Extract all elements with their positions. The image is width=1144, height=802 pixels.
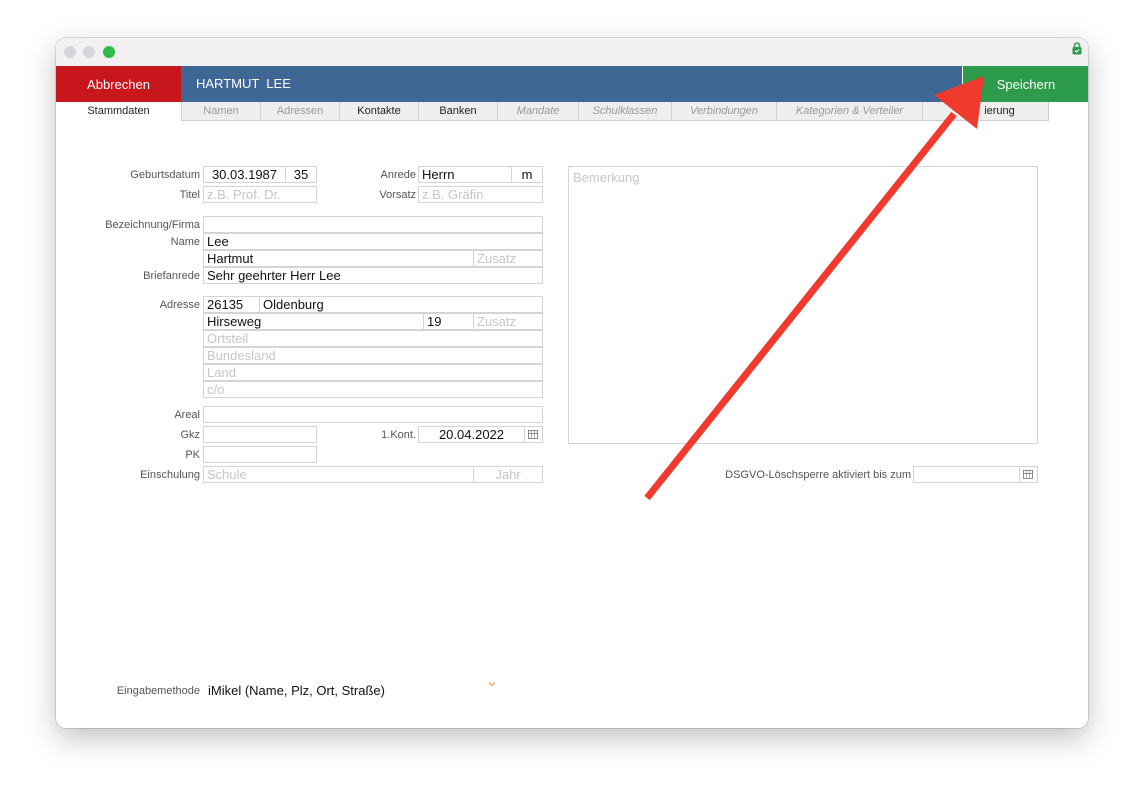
first-contact-field[interactable]: 20.04.2022	[418, 426, 525, 443]
gender-field[interactable]: m	[511, 166, 543, 183]
name-suffix-field[interactable]: Zusatz	[473, 250, 543, 267]
school-field[interactable]: Schule	[203, 466, 474, 483]
prefix-field[interactable]: z.B. Gräfin	[418, 186, 543, 203]
title-bar	[56, 38, 1088, 66]
first-contact-calendar-button[interactable]	[524, 426, 543, 443]
house-number-field[interactable]: 19	[423, 313, 474, 330]
address-suffix-field[interactable]: Zusatz	[473, 313, 543, 330]
company-field[interactable]	[203, 216, 543, 233]
gdpr-lock-date-field[interactable]	[913, 466, 1020, 483]
gkz-field[interactable]	[203, 426, 317, 443]
input-method-label: Eingabemethode	[116, 685, 200, 697]
remark-textarea[interactable]: Bemerkung	[568, 166, 1038, 444]
title-label: Titel	[179, 189, 200, 201]
tab-schulklassen[interactable]: Schulklassen	[578, 102, 672, 121]
tab-adressen[interactable]: Adressen	[260, 102, 340, 121]
zoom-window-button[interactable]	[103, 46, 115, 58]
calendar-icon	[528, 430, 538, 439]
letter-salutation-label: Briefanrede	[143, 270, 200, 282]
letter-salutation-field[interactable]: Sehr geehrter Herr Lee	[203, 267, 543, 284]
area-field[interactable]	[203, 406, 543, 423]
schooling-label: Einschulung	[140, 469, 200, 481]
toolbar: Abbrechen HARTMUT LEE Speichern	[56, 66, 1088, 102]
tab-stammdaten[interactable]: Stammdaten	[56, 102, 181, 121]
app-window: Abbrechen HARTMUT LEE Speichern Stammdat…	[56, 38, 1088, 728]
tab-mandate[interactable]: Mandate	[497, 102, 579, 121]
tab-namen[interactable]: Namen	[181, 102, 261, 121]
street-field[interactable]: Hirseweg	[203, 313, 424, 330]
tab-kategorien-verteiler[interactable]: Kategorien & Verteiler	[776, 102, 923, 121]
country-field[interactable]: Land	[203, 364, 543, 381]
calendar-icon	[1023, 470, 1033, 479]
gkz-label: Gkz	[180, 429, 200, 441]
address-label: Adresse	[159, 299, 200, 311]
input-method-select[interactable]: iMikel (Name, Plz, Ort, Straße)	[208, 683, 385, 698]
tab-ierung[interactable]: ierung	[922, 102, 1049, 121]
tab-kontakte[interactable]: Kontakte	[339, 102, 419, 121]
prefix-label: Vorsatz	[379, 189, 416, 201]
close-window-button[interactable]	[64, 46, 76, 58]
district-field[interactable]: Ortsteil	[203, 330, 543, 347]
birthdate-field[interactable]: 30.03.1987	[203, 166, 286, 183]
title-field[interactable]: z.B. Prof. Dr.	[203, 186, 317, 203]
gdpr-lock-label: DSGVO-Löschsperre aktiviert bis zum	[725, 469, 911, 481]
school-year-field[interactable]: Jahr	[473, 466, 543, 483]
person-name-title: HARTMUT LEE	[196, 76, 291, 91]
tab-banken[interactable]: Banken	[418, 102, 498, 121]
gdpr-calendar-button[interactable]	[1019, 466, 1038, 483]
cancel-button[interactable]: Abbrechen	[56, 66, 181, 102]
birthdate-label: Geburtsdatum	[130, 169, 200, 181]
state-field[interactable]: Bundesland	[203, 347, 543, 364]
city-field[interactable]: Oldenburg	[259, 296, 543, 313]
company-label: Bezeichnung/Firma	[105, 219, 200, 231]
tab-verbindungen[interactable]: Verbindungen	[671, 102, 777, 121]
pk-field[interactable]	[203, 446, 317, 463]
first-name-field[interactable]: Hartmut	[203, 250, 474, 267]
first-contact-label: 1.Kont.	[381, 429, 416, 441]
area-label: Areal	[174, 409, 200, 421]
salutation-label: Anrede	[380, 169, 416, 181]
lock-icon[interactable]	[1072, 42, 1082, 55]
age-field[interactable]: 35	[285, 166, 317, 183]
chevron-down-icon[interactable]	[488, 680, 496, 688]
minimize-window-button[interactable]	[83, 46, 95, 58]
pk-label: PK	[185, 449, 200, 461]
save-button[interactable]: Speichern	[962, 66, 1088, 102]
tab-bar: Stammdaten Namen Adressen Kontakte Banke…	[56, 102, 1088, 122]
last-name-field[interactable]: Lee	[203, 233, 543, 250]
name-label: Name	[170, 236, 200, 248]
zip-field[interactable]: 26135	[203, 296, 260, 313]
salutation-field[interactable]: Herrn	[418, 166, 512, 183]
care-of-field[interactable]: c/o	[203, 381, 543, 398]
